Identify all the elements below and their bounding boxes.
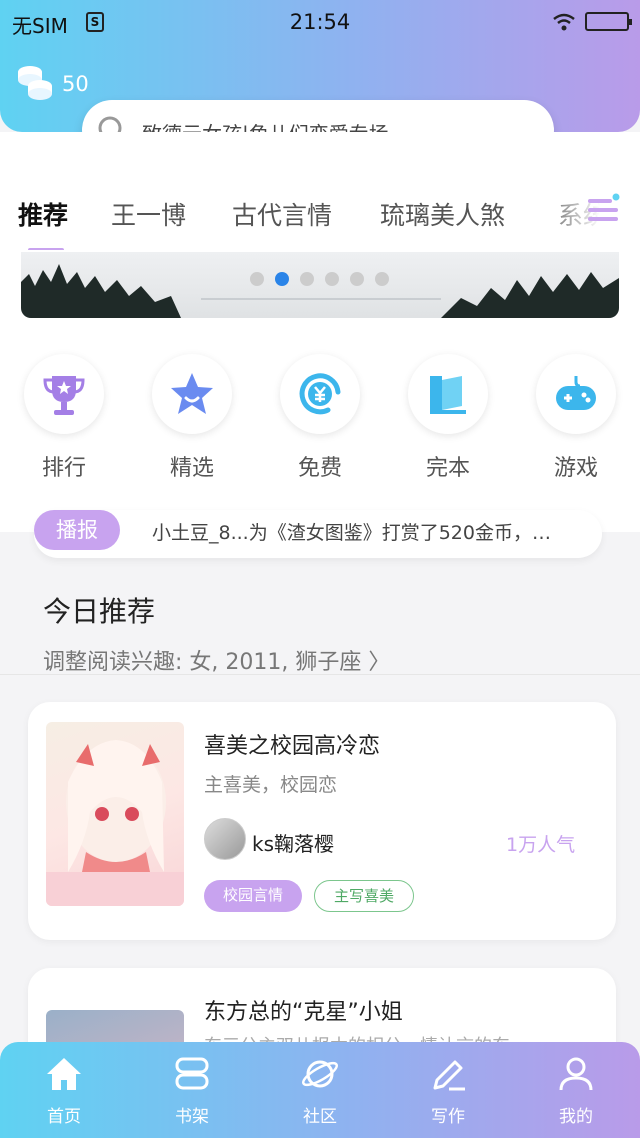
genre-tag[interactable]: 校园言情 bbox=[204, 880, 302, 912]
star-icon bbox=[171, 373, 213, 414]
tab-recommend[interactable]: 推荐 bbox=[18, 196, 68, 232]
banner-carousel[interactable] bbox=[21, 252, 619, 318]
coin-count: 50 bbox=[62, 72, 89, 96]
section-title: 今日推荐 bbox=[43, 595, 156, 628]
wifi-icon bbox=[553, 13, 575, 31]
banner-image bbox=[21, 264, 619, 318]
broadcast-text: 小土豆_8...为《渣女图鉴》打赏了520金币，… bbox=[152, 522, 551, 544]
category-ranking[interactable]: 排行 bbox=[16, 354, 112, 484]
user-icon bbox=[559, 1057, 593, 1091]
category-selected[interactable]: 精选 bbox=[144, 354, 240, 484]
pen-icon bbox=[433, 1060, 465, 1091]
book-cover bbox=[46, 722, 184, 906]
carousel-dot[interactable] bbox=[350, 272, 364, 286]
broadcast-ticker[interactable]: 播报 小土豆_8...为《渣女图鉴》打赏了520金币，… bbox=[34, 510, 602, 558]
nav-home[interactable]: 首页 bbox=[0, 1042, 128, 1138]
carousel-dot[interactable] bbox=[325, 272, 339, 286]
category-label: 排行 bbox=[41, 456, 86, 481]
bookshelf-icon bbox=[175, 1057, 209, 1090]
tab-wang-yibo[interactable]: 王一博 bbox=[111, 196, 186, 232]
active-tab-indicator bbox=[28, 248, 64, 250]
nav-bookshelf[interactable]: 书架 bbox=[128, 1042, 256, 1138]
book-icon bbox=[430, 376, 466, 414]
status-bar: 无SIM S 21:54 bbox=[0, 0, 640, 44]
nav-community[interactable]: 社区 bbox=[256, 1042, 384, 1138]
broadcast-tag: 播报 bbox=[34, 510, 120, 550]
book-title: 喜美之校园高冷恋 bbox=[204, 734, 381, 759]
menu-icon[interactable] bbox=[586, 192, 622, 226]
book-card[interactable]: 喜美之校园高冷恋 主喜美，校园恋 ks鞠落樱 1万人气 校园言情 主写喜美 bbox=[28, 702, 616, 940]
clock: 21:54 bbox=[289, 10, 351, 34]
battery-icon bbox=[585, 12, 632, 31]
category-free[interactable]: 免费 bbox=[272, 354, 368, 484]
popularity-count: 1万人气 bbox=[506, 834, 576, 856]
category-label: 游戏 bbox=[553, 456, 598, 481]
character-tag[interactable]: 主写喜美 bbox=[314, 880, 414, 912]
category-label: 精选 bbox=[169, 456, 214, 481]
tab-ancient-romance[interactable]: 古代言情 bbox=[232, 196, 332, 232]
category-completed[interactable]: 完本 bbox=[400, 354, 496, 484]
category-label: 完本 bbox=[425, 456, 470, 481]
author-name: ks鞠落樱 bbox=[252, 832, 335, 856]
divider bbox=[0, 674, 640, 675]
carousel-dot[interactable] bbox=[250, 272, 264, 286]
nav-profile[interactable]: 我的 bbox=[512, 1042, 640, 1138]
book-cover-illustration bbox=[46, 740, 184, 906]
home-icon bbox=[47, 1058, 81, 1090]
trophy-icon bbox=[43, 376, 85, 415]
planet-icon bbox=[302, 1060, 338, 1088]
carousel-dot[interactable] bbox=[375, 272, 389, 286]
carousel-dot-active[interactable] bbox=[275, 272, 289, 286]
nav-label: 我的 bbox=[559, 1107, 593, 1127]
book-description: 主喜美，校园恋 bbox=[204, 774, 338, 796]
interest-settings-link[interactable]: 调整阅读兴趣: 女, 2011, 狮子座 〉 bbox=[43, 644, 390, 676]
bottom-nav: 首页 书架 社区 写作 我的 bbox=[0, 1042, 640, 1138]
coins-icon bbox=[18, 66, 52, 100]
book-title: 东方总的“克星”小姐 bbox=[204, 1000, 403, 1025]
nav-label: 书架 bbox=[175, 1107, 209, 1127]
nav-write[interactable]: 写作 bbox=[384, 1042, 512, 1138]
nav-label: 写作 bbox=[431, 1107, 465, 1127]
category-games[interactable]: 游戏 bbox=[528, 354, 624, 484]
nav-label: 社区 bbox=[303, 1107, 337, 1127]
carousel-dot[interactable] bbox=[300, 272, 314, 286]
tab-liuli[interactable]: 琉璃美人煞 bbox=[380, 196, 505, 232]
author-avatar bbox=[204, 818, 246, 860]
category-label: 免费 bbox=[297, 456, 342, 481]
gamepad-icon bbox=[556, 376, 596, 410]
nav-label: 首页 bbox=[47, 1107, 81, 1127]
yen-coin-icon bbox=[299, 373, 341, 415]
